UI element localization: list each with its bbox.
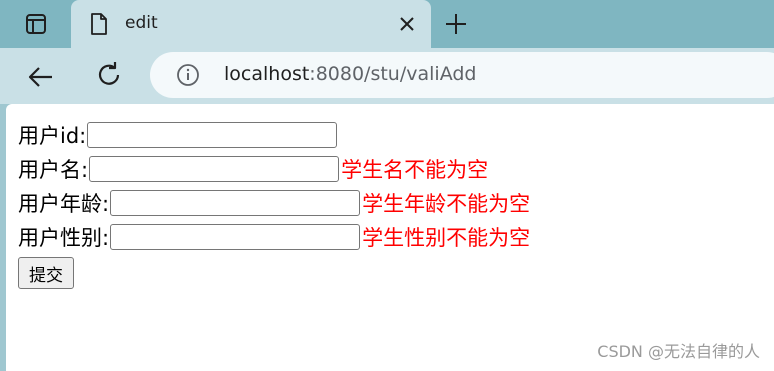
field-label: 用户名: [18, 158, 89, 182]
tab-actions-icon [25, 13, 47, 35]
form-row-id: 用户id: [18, 118, 530, 152]
user-gender-input[interactable] [110, 224, 361, 250]
plus-icon[interactable] [444, 12, 468, 36]
field-label: 用户id: [18, 124, 87, 148]
user-age-input[interactable] [110, 190, 361, 216]
url-text: localhost:8080/stu/valiAdd [224, 63, 476, 85]
toolbar: localhost:8080/stu/valiAdd [0, 48, 774, 104]
url-host: localhost [224, 63, 310, 85]
watermark: CSDN @无法自律的人 [597, 342, 760, 361]
reload-icon[interactable] [94, 60, 124, 90]
user-id-input[interactable] [87, 122, 338, 148]
close-icon[interactable] [397, 14, 417, 34]
info-icon[interactable] [176, 63, 200, 87]
page-icon [89, 12, 109, 36]
student-form: 用户id: 用户名: 学生名不能为空 用户年龄: 学生年龄不能为空 用户性别: 学生性… [18, 118, 530, 289]
form-row-gender: 用户性别: 学生性别不能为空 [18, 220, 530, 254]
tab-title: edit [125, 13, 158, 33]
error-message: 学生性别不能为空 [362, 226, 531, 250]
field-label: 用户性别: [18, 226, 110, 250]
form-row-age: 用户年龄: 学生年龄不能为空 [18, 186, 530, 220]
browser-window: edit localhost:8080/stu/valiAdd 用户id: 用户… [0, 0, 774, 371]
page-content: 用户id: 用户名: 学生名不能为空 用户年龄: 学生年龄不能为空 用户性别: 学生性… [6, 104, 774, 371]
submit-button[interactable]: 提交 [18, 257, 74, 289]
error-message: 学生名不能为空 [341, 158, 489, 182]
address-bar[interactable]: localhost:8080/stu/valiAdd [150, 52, 774, 98]
field-label: 用户年龄: [18, 192, 110, 216]
error-message: 学生年龄不能为空 [362, 192, 531, 216]
url-path: :8080/stu/valiAdd [309, 63, 477, 85]
tab-edit[interactable]: edit [71, 0, 431, 48]
back-arrow-icon[interactable] [26, 62, 56, 92]
form-row-name: 用户名: 学生名不能为空 [18, 152, 530, 186]
user-name-input[interactable] [89, 156, 340, 182]
tab-strip: edit [0, 0, 774, 48]
tab-actions-button[interactable] [14, 10, 58, 38]
